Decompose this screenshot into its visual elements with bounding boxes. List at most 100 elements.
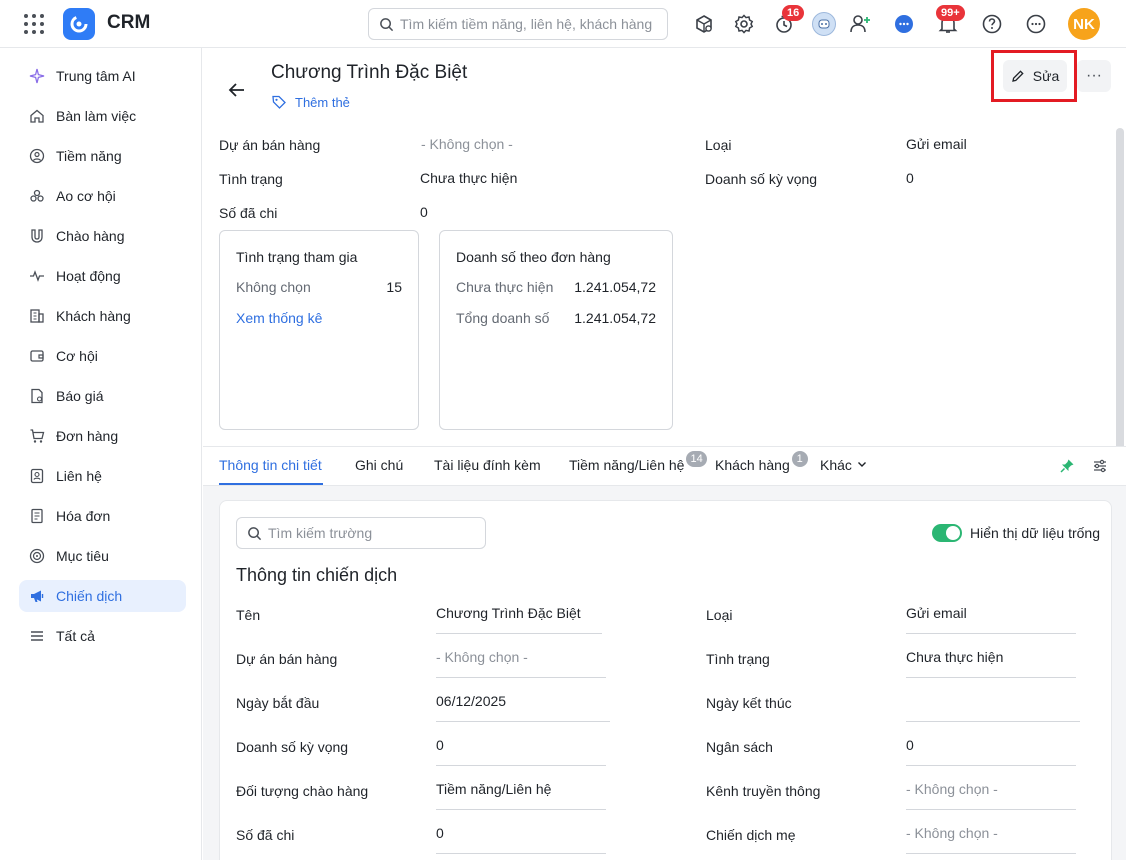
field-end-date-value[interactable] — [906, 694, 1080, 722]
pencil-icon — [1011, 70, 1024, 82]
sidebar: Trung tâm AI Bàn làm việc Tiềm năng Ao c… — [0, 48, 202, 860]
overview-spent-value[interactable]: 0 — [420, 204, 428, 220]
field-target-audience-value[interactable]: Tiềm năng/Liên hệ — [436, 782, 606, 810]
back-arrow-icon[interactable] — [225, 78, 249, 102]
field-start-date-value[interactable]: 06/12/2025 — [436, 694, 610, 722]
sidebar-item-campaigns[interactable]: Chiến dịch — [19, 580, 186, 612]
sidebar-item-label: Tất cả — [56, 628, 95, 644]
sidebar-item-label: Trung tâm AI — [56, 68, 136, 84]
crm-logo-icon[interactable] — [63, 8, 95, 40]
chevron-down-icon — [857, 462, 866, 467]
participation-row-label: Không chọn — [236, 279, 311, 295]
tab-customers[interactable]: Khách hàng 1 — [715, 451, 808, 473]
more-icon[interactable] — [1022, 10, 1050, 38]
add-user-icon[interactable] — [846, 10, 874, 38]
app-grid-icon[interactable] — [24, 14, 44, 34]
add-tag-link[interactable]: Thêm thẻ — [271, 94, 350, 110]
sidebar-item-label: Liên hệ — [56, 468, 102, 484]
quote-icon — [31, 388, 43, 404]
main-content: Chương Trình Đặc Biệt Thêm thẻ Sửa ··· D… — [203, 48, 1126, 860]
field-budget-value[interactable]: 0 — [906, 738, 1076, 766]
settings-sliders-icon[interactable] — [1092, 458, 1108, 477]
bell-icon[interactable]: 99+ — [934, 5, 965, 38]
sidebar-item-activities[interactable]: Hoạt động — [19, 260, 186, 292]
overview-expected-revenue-value[interactable]: 0 — [906, 170, 914, 186]
sidebar-item-opportunities[interactable]: Cơ hội — [19, 340, 186, 372]
sidebar-item-goals[interactable]: Mục tiêu — [19, 540, 186, 572]
field-search[interactable] — [236, 517, 486, 549]
sidebar-item-opportunity-pool[interactable]: Ao cơ hội — [19, 180, 186, 212]
more-actions-button[interactable]: ··· — [1077, 60, 1111, 92]
tab-notes[interactable]: Ghi chú — [355, 457, 403, 473]
field-status-label: Tình trạng — [706, 651, 770, 667]
sidebar-item-offers[interactable]: Chào hàng — [19, 220, 186, 252]
field-status-value[interactable]: Chưa thực hiện — [906, 650, 1076, 678]
tab-count-badge: 14 — [686, 451, 707, 467]
global-search[interactable] — [368, 8, 668, 40]
sidebar-item-invoices[interactable]: Hóa đơn — [19, 500, 186, 532]
help-icon[interactable] — [978, 10, 1006, 38]
field-sales-project-label: Dự án bán hàng — [236, 651, 338, 667]
sidebar-item-customers[interactable]: Khách hàng — [19, 300, 186, 332]
field-type-value[interactable]: Gửi email — [906, 606, 1076, 634]
global-search-input[interactable] — [400, 16, 660, 32]
sidebar-item-label: Cơ hội — [56, 348, 98, 364]
sidebar-item-all[interactable]: Tất cả — [19, 620, 186, 652]
sidebar-item-label: Ao cơ hội — [56, 188, 116, 204]
sidebar-item-workspace[interactable]: Bàn làm việc — [19, 100, 186, 132]
field-parent-campaign-value[interactable]: - Không chọn - — [906, 826, 1076, 854]
tab-attachments[interactable]: Tài liệu đính kèm — [434, 457, 541, 473]
pin-icon[interactable] — [1059, 458, 1075, 477]
field-name-value[interactable]: Chương Trình Đặc Biệt — [436, 606, 602, 634]
field-media-channel-value[interactable]: - Không chọn - — [906, 782, 1076, 810]
revenue-by-order-card: Doanh số theo đơn hàng Chưa thực hiện 1.… — [439, 230, 673, 430]
field-spent-value[interactable]: 0 — [436, 826, 606, 854]
timer-icon[interactable]: 16 — [770, 5, 805, 38]
top-bar: CRM 16 99+ NK — [0, 0, 1126, 48]
record-title: Chương Trình Đặc Biệt — [271, 62, 468, 83]
field-expected-revenue-label: Doanh số kỳ vọng — [236, 739, 349, 755]
revenue-row: Chưa thực hiện 1.241.054,72 — [456, 279, 656, 295]
show-empty-data-toggle[interactable] — [932, 524, 962, 542]
user-avatar[interactable]: NK — [1068, 8, 1100, 40]
sidebar-item-leads[interactable]: Tiềm năng — [19, 140, 186, 172]
overview-type-value[interactable]: Gửi email — [906, 136, 967, 152]
chat-icon[interactable] — [890, 10, 918, 38]
field-search-input[interactable] — [268, 525, 478, 541]
sidebar-item-contacts[interactable]: Liên hệ — [19, 460, 186, 492]
overview-expected-revenue-label: Doanh số kỳ vọng — [705, 171, 818, 187]
revenue-row-label: Chưa thực hiện — [456, 279, 554, 295]
view-statistics-link[interactable]: Xem thống kê — [236, 310, 402, 326]
sidebar-item-ai-center[interactable]: Trung tâm AI — [19, 60, 186, 92]
gear-icon[interactable] — [730, 10, 758, 38]
overview-sales-project-value[interactable]: - Không chọn - — [421, 136, 513, 152]
edit-button[interactable]: Sửa — [1003, 60, 1067, 92]
field-name-label: Tên — [236, 607, 261, 623]
sparkle-icon — [29, 68, 45, 84]
field-type-label: Loại — [706, 607, 733, 623]
show-empty-data-label: Hiển thị dữ liệu trống — [970, 525, 1100, 541]
field-sales-project-value[interactable]: - Không chọn - — [436, 650, 606, 678]
participation-status-card: Tình trạng tham gia Không chọn 15 Xem th… — [219, 230, 419, 430]
tab-label: Khách hàng — [715, 457, 790, 473]
field-expected-revenue-value[interactable]: 0 — [436, 738, 606, 766]
building-icon — [30, 309, 44, 323]
field-parent-campaign-label: Chiến dịch mẹ — [706, 827, 796, 843]
wallet-icon — [30, 350, 44, 362]
sidebar-item-orders[interactable]: Đơn hàng — [19, 420, 186, 452]
search-icon — [248, 526, 262, 540]
sidebar-item-quotes[interactable]: Báo giá — [19, 380, 186, 412]
tab-more[interactable]: Khác — [820, 457, 868, 473]
timer-badge: 16 — [782, 5, 805, 21]
box-search-icon[interactable] — [690, 10, 718, 38]
overview-status-value[interactable]: Chưa thực hiện — [420, 170, 517, 186]
tab-count-badge: 1 — [791, 451, 808, 467]
app-name[interactable]: CRM — [107, 12, 150, 34]
tab-details[interactable]: Thông tin chi tiết — [219, 457, 322, 473]
tab-leads-contacts[interactable]: Tiềm năng/Liên hệ 14 — [569, 451, 707, 473]
tab-label: Khác — [820, 457, 852, 473]
field-spent-label: Số đã chi — [236, 827, 295, 843]
search-icon — [380, 17, 394, 31]
bot-avatar[interactable] — [812, 12, 836, 36]
sidebar-item-label: Báo giá — [56, 388, 104, 404]
